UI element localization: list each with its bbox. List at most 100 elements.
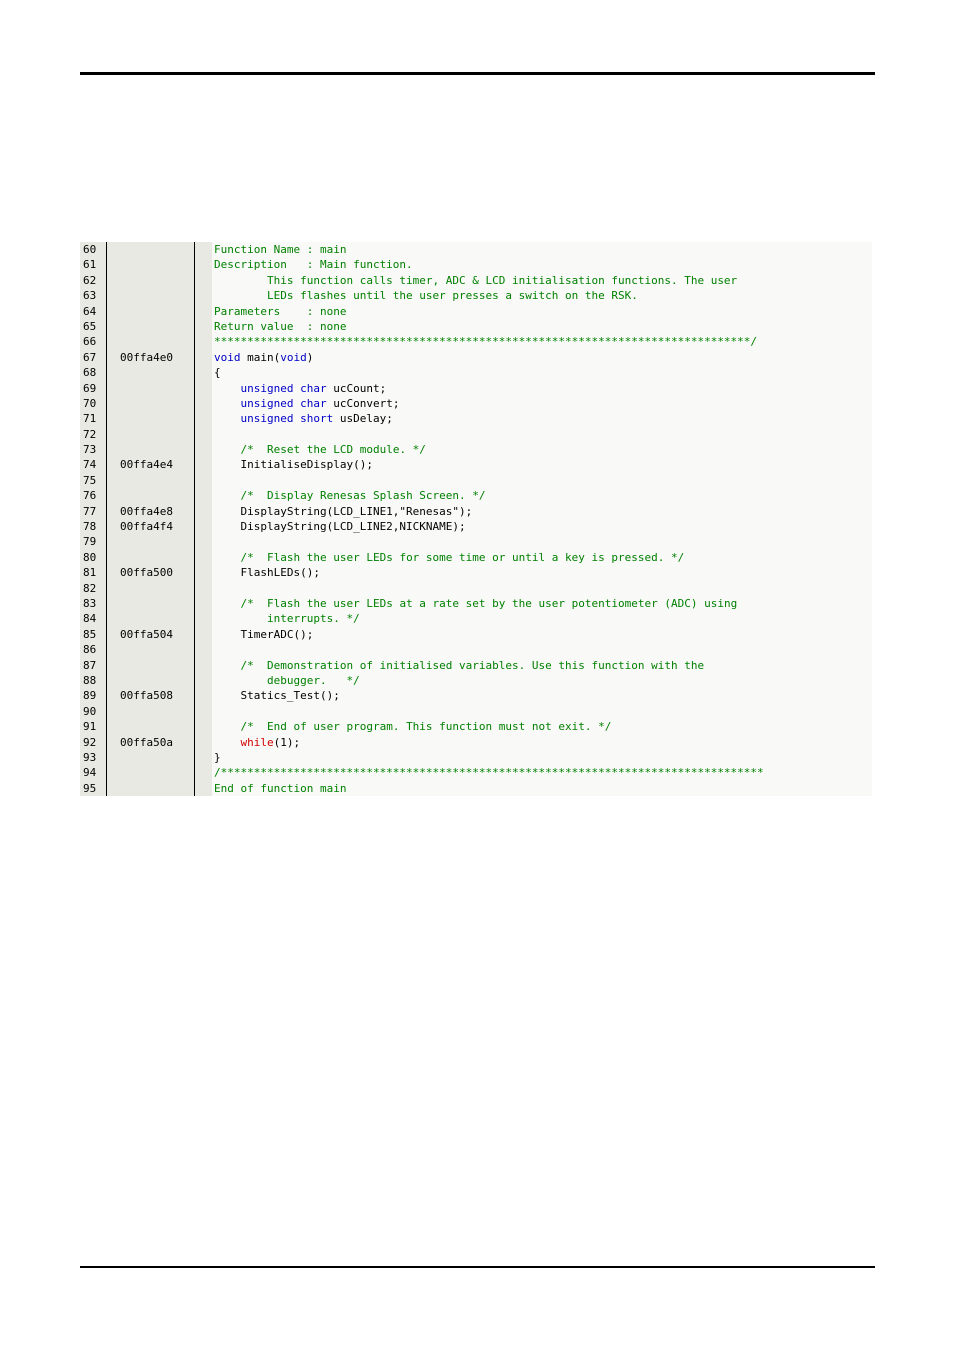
code-text[interactable]: TimerADC(); <box>214 627 313 642</box>
line-number: 88 <box>83 673 97 687</box>
code-text[interactable]: DisplayString(LCD_LINE2,NICKNAME); <box>214 519 465 534</box>
line-number: 78 <box>83 520 97 534</box>
code-line[interactable]: 81 00ffa500 FlashLEDs(); <box>80 565 872 580</box>
code-text[interactable]: /***************************************… <box>214 765 764 780</box>
comment-token: /* Reset the LCD module. */ <box>240 443 426 457</box>
code-text[interactable]: This function calls timer, ADC & LCD ini… <box>214 273 737 288</box>
code-text[interactable]: } <box>214 750 221 765</box>
comment-token: ****************************************… <box>214 335 758 349</box>
line-number: 60 <box>83 243 97 256</box>
code-line[interactable]: 71 unsigned short usDelay; <box>80 411 872 426</box>
code-line[interactable]: 62 This function calls timer, ADC & LCD … <box>80 273 872 288</box>
code-text[interactable]: End of function main <box>214 781 346 796</box>
code-text[interactable]: /* Flash the user LEDs for some time or … <box>214 550 685 565</box>
line-number: 69 <box>83 381 97 395</box>
code-text[interactable]: FlashLEDs(); <box>214 565 320 580</box>
code-line[interactable]: 89 00ffa508 Statics_Test(); <box>80 688 872 703</box>
memory-address: 00ffa508 <box>120 689 173 703</box>
code-line[interactable]: 72 <box>80 427 872 442</box>
code-token: TimerADC(); <box>214 627 314 641</box>
code-token: DisplayString(LCD_LINE1,"Renesas"); <box>214 504 473 518</box>
comment-token: /* Demonstration of initialised variable… <box>240 658 705 672</box>
line-number: 65 <box>83 319 97 333</box>
code-text[interactable]: unsigned char ucConvert; <box>214 396 400 411</box>
code-text[interactable]: Return value : none <box>214 319 346 334</box>
keyword-token: unsigned char <box>240 396 327 410</box>
code-line[interactable]: 92 00ffa50a while(1); <box>80 735 872 750</box>
code-line[interactable]: 79 <box>80 534 872 549</box>
code-text[interactable]: Description : Main function. <box>214 257 413 272</box>
code-line[interactable]: 83 /* Flash the user LEDs at a rate set … <box>80 596 872 611</box>
line-number: 86 <box>83 643 97 657</box>
code-text[interactable]: unsigned char ucCount; <box>214 381 387 396</box>
code-line[interactable]: 63 LEDs flashes until the user presses a… <box>80 288 872 303</box>
code-line[interactable]: 85 00ffa504 TimerADC(); <box>80 627 872 642</box>
code-line[interactable]: 94 /*************************************… <box>80 765 872 780</box>
code-line[interactable]: 68 { <box>80 365 872 380</box>
code-text[interactable]: /* End of user program. This function mu… <box>214 719 612 734</box>
line-number: 89 <box>83 689 97 703</box>
code-line[interactable]: 76 /* Display Renesas Splash Screen. */ <box>80 488 872 503</box>
code-line[interactable]: 86 <box>80 642 872 657</box>
line-number: 80 <box>83 550 97 564</box>
source-code-editor[interactable]: 60 Function Name : main 61 Description : Ma… <box>80 242 872 796</box>
code-line[interactable]: 90 <box>80 704 872 719</box>
code-line[interactable]: 95 End of function main <box>80 781 872 796</box>
code-line[interactable]: 73 /* Reset the LCD module. */ <box>80 442 872 457</box>
code-line[interactable]: 80 /* Flash the user LEDs for some time … <box>80 550 872 565</box>
comment-token: /* End of user program. This function mu… <box>240 720 612 734</box>
code-text[interactable]: LEDs flashes until the user presses a sw… <box>214 288 638 303</box>
code-line[interactable]: 70 unsigned char ucConvert; <box>80 396 872 411</box>
code-text[interactable]: { <box>214 365 221 380</box>
code-text[interactable]: /* Flash the user LEDs at a rate set by … <box>214 596 738 611</box>
code-line[interactable]: 78 00ffa4f4 DisplayString(LCD_LINE2,NICKN… <box>80 519 872 534</box>
comment-token: LEDs flashes until the user presses a sw… <box>214 289 638 303</box>
code-line[interactable]: 61 Description : Main function. <box>80 257 872 272</box>
code-text[interactable]: debugger. */ <box>214 673 360 688</box>
code-text[interactable]: void main(void) <box>214 350 313 365</box>
code-line[interactable]: 67 00ffa4e0 void main(void) <box>80 350 872 365</box>
code-text[interactable]: /* Display Renesas Splash Screen. */ <box>214 488 486 503</box>
memory-address: 00ffa4f4 <box>120 520 173 534</box>
code-text[interactable]: Function Name : main <box>214 242 346 257</box>
code-token: FlashLEDs(); <box>214 566 320 580</box>
code-line[interactable]: 77 00ffa4e8 DisplayString(LCD_LINE1,"Rene… <box>80 504 872 519</box>
code-text[interactable]: InitialiseDisplay(); <box>214 457 372 472</box>
line-number: 74 <box>83 458 97 472</box>
code-line[interactable]: 93} <box>80 750 872 765</box>
line-number: 66 <box>83 335 97 349</box>
code-text[interactable]: DisplayString(LCD_LINE1,"Renesas"); <box>214 504 472 519</box>
code-line[interactable]: 74 00ffa4e4 InitialiseDisplay(); <box>80 457 872 472</box>
code-text[interactable]: /* Reset the LCD module. */ <box>214 442 426 457</box>
code-text[interactable]: unsigned short usDelay; <box>214 411 393 426</box>
code-text[interactable]: while(1); <box>214 735 301 750</box>
code-line[interactable]: 64 Parameters : none <box>80 304 872 319</box>
code-text[interactable]: interrupts. */ <box>214 611 360 626</box>
code-line[interactable]: 66 **************************************… <box>80 334 872 349</box>
code-line[interactable]: 91 /* End of user program. This function… <box>80 719 872 734</box>
code-line[interactable]: 75 <box>80 473 872 488</box>
line-number: 94 <box>83 766 97 780</box>
code-line[interactable]: 87 /* Demonstration of initialised varia… <box>80 658 872 673</box>
footer-rule <box>80 1266 875 1268</box>
line-number: 62 <box>83 273 97 287</box>
code-line[interactable]: 88 debugger. */ <box>80 673 872 688</box>
code-line[interactable]: 69 unsigned char ucCount; <box>80 381 872 396</box>
code-line[interactable]: 82 <box>80 581 872 596</box>
code-text[interactable]: Parameters : none <box>214 304 346 319</box>
code-line[interactable]: 65 Return value : none <box>80 319 872 334</box>
line-number: 83 <box>83 596 97 610</box>
code-text[interactable]: ****************************************… <box>214 334 757 349</box>
code-token: ucConvert; <box>326 396 400 410</box>
code-line[interactable]: 84 interrupts. */ <box>80 611 872 626</box>
code-text[interactable]: /* Demonstration of initialised variable… <box>214 658 705 673</box>
code-line[interactable]: 60 Function Name : main <box>80 242 872 257</box>
code-text[interactable]: Statics_Test(); <box>214 688 339 703</box>
line-number: 93 <box>83 750 97 764</box>
memory-address: 00ffa4e8 <box>120 504 173 518</box>
line-number: 64 <box>83 304 97 318</box>
